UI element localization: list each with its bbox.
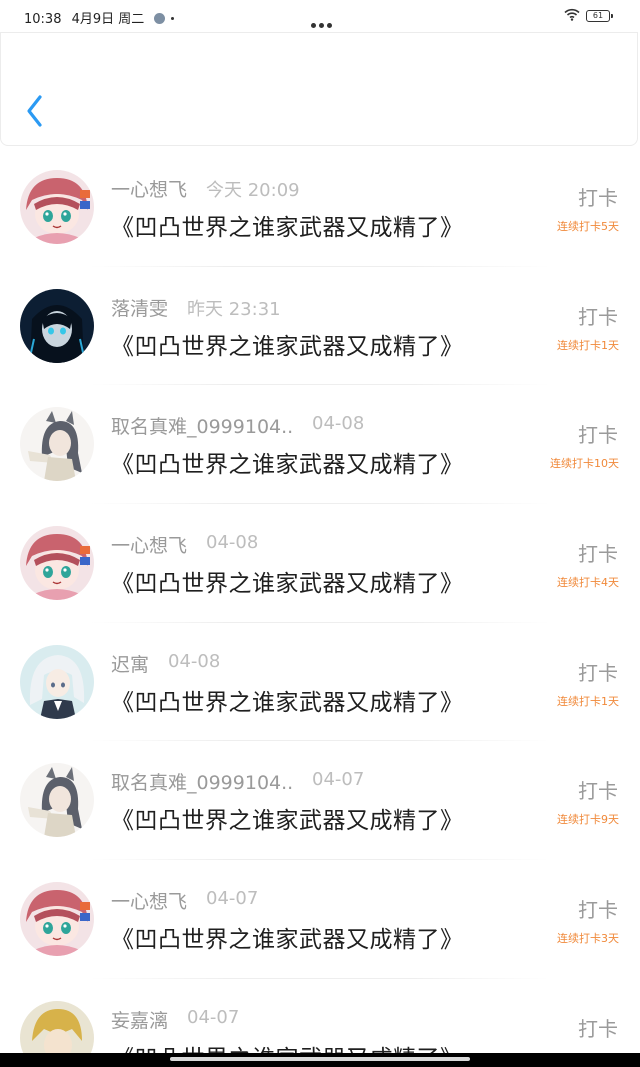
avatar[interactable] — [20, 170, 94, 244]
status-bar: 10:38 4月9日 周二 61 — [0, 0, 640, 32]
checkin-label: 打卡 — [578, 304, 618, 329]
checkin-label: 打卡 — [578, 542, 618, 567]
checkin-label: 打卡 — [578, 898, 618, 923]
checkin-label: 打卡 — [578, 779, 618, 804]
checkin-time: 04-08 — [168, 650, 221, 672]
avatar[interactable] — [20, 526, 94, 601]
avatar[interactable] — [20, 407, 94, 482]
username[interactable]: 妄嘉漓 — [111, 1006, 168, 1033]
checkin-label: 打卡 — [578, 1016, 618, 1041]
avatar-image — [20, 882, 94, 957]
username[interactable]: 迟寓 — [111, 650, 149, 677]
streak-badge: 连续打卡9天 — [557, 813, 619, 827]
status-time: 10:38 — [24, 12, 62, 27]
avatar-image — [20, 763, 94, 838]
status-date: 4月9日 周二 — [71, 12, 145, 27]
avatar-image — [20, 407, 94, 482]
list-item[interactable]: 落清雯 昨天 23:31 《凹凸世界之谁家武器又成精了》 打卡 连续打卡1天 — [0, 267, 640, 386]
battery-icon: 61 — [586, 10, 613, 22]
checkin-label: 打卡 — [578, 186, 618, 210]
streak-badge: 连续打卡5天 — [557, 220, 619, 233]
book-title[interactable]: 《凹凸世界之谁家武器又成精了》 — [111, 327, 464, 361]
list-item[interactable]: 取名真难_0999104.. 04-07 《凹凸世界之谁家武器又成精了》 打卡 … — [0, 741, 640, 861]
checkin-time: 04-08 — [206, 532, 259, 554]
wifi-icon — [564, 8, 580, 21]
book-title[interactable]: 《凹凸世界之谁家武器又成精了》 — [111, 1039, 464, 1053]
book-title[interactable]: 《凹凸世界之谁家武器又成精了》 — [111, 920, 464, 954]
book-title[interactable]: 《凹凸世界之谁家武器又成精了》 — [111, 801, 464, 835]
book-title[interactable]: 《凹凸世界之谁家武器又成精了》 — [111, 564, 464, 598]
checkin-label: 打卡 — [578, 423, 618, 448]
book-title[interactable]: 《凹凸世界之谁家武器又成精了》 — [111, 445, 464, 479]
list-item[interactable]: 妄嘉漓 04-07 《凹凸世界之谁家武器又成精了》 打卡 — [0, 979, 640, 1053]
avatar-image — [20, 1000, 94, 1053]
avatar-image — [20, 170, 94, 244]
avatar[interactable] — [20, 288, 94, 363]
checkin-time: 04-08 — [312, 413, 365, 435]
avatar-image — [20, 526, 94, 601]
list-item[interactable]: 一心想飞 04-07 《凹凸世界之谁家武器又成精了》 打卡 连续打卡3天 — [0, 860, 640, 979]
avatar-image — [20, 644, 94, 719]
checkin-time: 今天 20:09 — [206, 180, 300, 201]
list-item[interactable]: 迟寓 04-08 《凹凸世界之谁家武器又成精了》 打卡 连续打卡1天 — [0, 623, 640, 742]
checkin-time: 04-07 — [206, 888, 259, 910]
streak-badge: 连续打卡1天 — [557, 338, 619, 352]
avatar-image — [20, 288, 94, 363]
username[interactable]: 一心想飞 — [111, 531, 187, 558]
checkin-list: 一心想飞 今天 20:09 《凹凸世界之谁家武器又成精了》 打卡 连续打卡5天 … — [0, 148, 640, 1053]
avatar[interactable] — [20, 763, 94, 838]
book-title[interactable]: 《凹凸世界之谁家武器又成精了》 — [111, 208, 464, 242]
list-item[interactable]: 一心想飞 04-08 《凹凸世界之谁家武器又成精了》 打卡 连续打卡4天 — [0, 504, 640, 623]
streak-badge: 连续打卡4天 — [557, 576, 619, 590]
notification-dot-icon — [171, 17, 175, 20]
username[interactable]: 一心想飞 — [111, 175, 187, 202]
username[interactable]: 落清雯 — [111, 294, 168, 321]
navigation-bar — [0, 1053, 640, 1067]
streak-badge: 连续打卡1天 — [557, 694, 619, 708]
list-item[interactable]: 取名真难_0999104.. 04-08 《凹凸世界之谁家武器又成精了》 打卡 … — [0, 385, 640, 505]
username[interactable]: 取名真难_0999104.. — [111, 768, 293, 795]
home-indicator[interactable] — [170, 1057, 470, 1061]
header-bar — [0, 32, 638, 146]
checkin-label: 打卡 — [578, 660, 618, 685]
avatar[interactable] — [20, 1000, 94, 1053]
book-title[interactable]: 《凹凸世界之谁家武器又成精了》 — [111, 683, 464, 717]
app-notification-icon — [154, 13, 166, 24]
streak-badge: 连续打卡3天 — [557, 932, 619, 946]
username[interactable]: 一心想飞 — [111, 887, 187, 914]
more-dots-icon[interactable] — [309, 13, 333, 32]
checkin-time: 04-07 — [187, 1006, 240, 1028]
chevron-left-icon — [27, 95, 42, 127]
back-button[interactable] — [21, 93, 49, 129]
avatar[interactable] — [20, 882, 94, 957]
checkin-time: 04-07 — [312, 769, 365, 791]
list-item[interactable]: 一心想飞 今天 20:09 《凹凸世界之谁家武器又成精了》 打卡 连续打卡5天 — [0, 148, 640, 267]
checkin-time: 昨天 23:31 — [187, 298, 281, 320]
streak-badge: 连续打卡10天 — [550, 457, 619, 471]
avatar[interactable] — [20, 644, 94, 719]
username[interactable]: 取名真难_0999104.. — [111, 412, 293, 439]
